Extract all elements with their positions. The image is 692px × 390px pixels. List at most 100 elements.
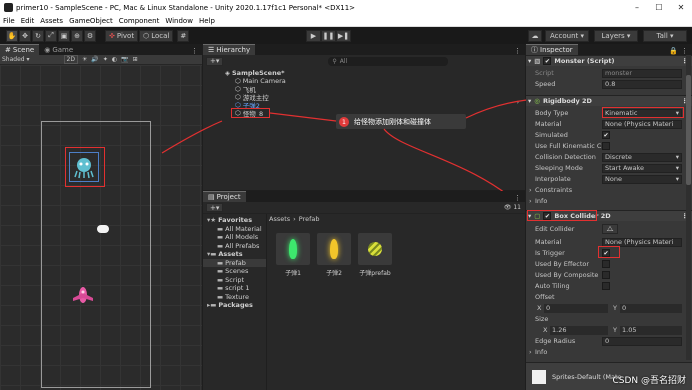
local-toggle[interactable]: ⬡ Local <box>139 29 174 42</box>
gizmos-icon[interactable]: ⊞ <box>133 56 138 63</box>
panel-menu-icon[interactable]: ⋮ <box>681 47 688 55</box>
collapse-arrow-icon[interactable]: ▾ <box>528 97 531 105</box>
collision-dropdown[interactable]: Discrete ▾ <box>602 152 682 162</box>
used-by-composite-checkbox[interactable] <box>602 271 610 279</box>
expand-arrow-icon[interactable]: › <box>517 99 519 106</box>
menu-component[interactable]: Component <box>119 17 160 25</box>
edge-radius-field[interactable]: 0 <box>602 336 682 346</box>
scrollbar-thumb[interactable] <box>686 75 691 185</box>
effects-icon[interactable]: ✦ <box>103 56 108 63</box>
hierarchy-search-input[interactable]: ⚲ All <box>328 56 449 66</box>
scene-camera-icon[interactable]: 📷 <box>121 56 128 63</box>
tab-scene[interactable]: # Scene <box>0 44 40 55</box>
project-folder-label: Prefab <box>225 258 246 267</box>
lighting-icon[interactable]: ☀ <box>82 56 87 63</box>
full-kinematic-checkbox[interactable] <box>602 142 610 150</box>
play-button[interactable]: ▶ <box>306 29 321 42</box>
bc-info-row[interactable]: › Info <box>526 347 684 357</box>
project-folder-item[interactable]: ▾★ Favorites <box>203 216 266 225</box>
used-by-effector-checkbox[interactable] <box>602 260 610 268</box>
tab-game[interactable]: ◉ Game <box>39 44 78 55</box>
audio-icon[interactable]: 🔊 <box>91 56 98 63</box>
hierarchy-item[interactable]: ◈ SampleScene* <box>203 69 525 77</box>
asset-item[interactable]: 子弹prefab <box>358 233 392 277</box>
asset-item[interactable]: 子弹2 <box>317 233 351 277</box>
full-kinematic-label: Use Full Kinematic C <box>535 142 602 150</box>
speed-field[interactable]: 0.8 <box>602 79 682 89</box>
pause-button[interactable]: ❚❚ <box>321 29 336 42</box>
monster-enabled-checkbox[interactable]: ✔ <box>543 57 552 65</box>
project-folder-item[interactable]: ▬ Scenes <box>203 267 266 276</box>
scene-grid[interactable] <box>0 65 202 390</box>
project-folder-label: script 1 <box>225 284 250 293</box>
size-y-field[interactable]: 1.05 <box>620 325 682 335</box>
interpolate-dropdown[interactable]: None ▾ <box>602 174 682 184</box>
edit-collider-button[interactable]: ⧍ <box>602 224 618 234</box>
panel-menu-icon[interactable]: ⋮ <box>514 194 521 202</box>
breadcrumb-prefab[interactable]: Prefab <box>299 215 320 223</box>
panel-menu-icon[interactable]: ⋮ <box>514 47 521 55</box>
size-x-field[interactable]: 1.26 <box>550 325 608 335</box>
cloud-sprite[interactable] <box>97 225 109 233</box>
inspector-scrollbar[interactable] <box>686 55 691 360</box>
project-folder-item[interactable]: ▬ Texture <box>203 293 266 302</box>
rb-material-field[interactable]: None (Physics Materi <box>602 119 682 129</box>
close-button[interactable]: ✕ <box>670 0 692 15</box>
constraints-row[interactable]: › Constraints <box>526 185 684 195</box>
simulated-row: Simulated ✔ <box>526 130 684 140</box>
tab-hierarchy[interactable]: ☰ Hierarchy <box>203 44 256 55</box>
offset-y-field[interactable]: 0 <box>620 303 682 313</box>
tab-project[interactable]: ▤ Project <box>203 191 246 202</box>
layout-dropdown[interactable]: Tall ▾ <box>643 29 687 42</box>
account-dropdown[interactable]: Account ▾ <box>545 29 589 42</box>
breadcrumb-assets[interactable]: Assets <box>269 215 290 223</box>
create-button[interactable]: +▾ <box>206 56 224 66</box>
rect-tool-icon[interactable]: ▣ <box>58 29 70 42</box>
menu-window[interactable]: Window <box>165 17 193 25</box>
rotate-tool-icon[interactable]: ↻ <box>32 29 44 42</box>
plane-sprite[interactable] <box>72 286 94 308</box>
project-folder-item[interactable]: ▬ Script <box>203 276 266 285</box>
rb-info-row[interactable]: › Info <box>526 196 684 206</box>
maximize-button[interactable]: ☐ <box>648 0 670 15</box>
menu-edit[interactable]: Edit <box>21 17 35 25</box>
tab-inspector[interactable]: ⓘ Inspector <box>526 44 578 55</box>
sleeping-dropdown[interactable]: Start Awake ▾ <box>602 163 682 173</box>
menu-file[interactable]: File <box>3 17 15 25</box>
scale-tool-icon[interactable]: ⤢ <box>45 29 57 42</box>
minimize-button[interactable]: – <box>626 0 648 15</box>
hidden-objects-icon[interactable]: ◐ <box>112 56 117 63</box>
panel-menu-icon[interactable]: ⋮ <box>191 47 198 55</box>
cloud-icon[interactable]: ☁ <box>528 29 542 42</box>
transform-tool-icon[interactable]: ⊕ <box>71 29 83 42</box>
snap-icon[interactable]: # <box>177 29 190 42</box>
menu-help[interactable]: Help <box>199 17 215 25</box>
project-folder-item[interactable]: ▬ All Models <box>203 233 266 242</box>
menu-assets[interactable]: Assets <box>40 17 63 25</box>
create-asset-button[interactable]: +▾ <box>206 203 224 212</box>
mode-2d-toggle[interactable]: 2D <box>63 55 78 64</box>
asset-item[interactable]: 子弹1 <box>276 233 310 277</box>
script-field[interactable]: monster <box>602 68 682 78</box>
project-folder-item[interactable]: ▬ script 1 <box>203 284 266 293</box>
project-folder-item[interactable]: ▾▬ Assets <box>203 250 266 259</box>
rigidbody-header[interactable]: ▾ ◎ Rigidbody 2D ⋮ <box>526 95 692 106</box>
pivot-toggle[interactable]: ✜ Pivot <box>105 29 139 42</box>
project-folder-item[interactable]: ▬ All Prefabs <box>203 242 266 251</box>
project-folder-item[interactable]: ▬ All Material <box>203 225 266 234</box>
simulated-checkbox[interactable]: ✔ <box>602 131 610 139</box>
menu-gameobject[interactable]: GameObject <box>69 17 113 25</box>
layers-dropdown[interactable]: Layers ▾ <box>594 29 638 42</box>
move-tool-icon[interactable]: ✥ <box>19 29 31 42</box>
offset-x-field[interactable]: 0 <box>544 303 608 313</box>
custom-tool-icon[interactable]: ⚙ <box>84 29 96 42</box>
lock-icon[interactable]: 🔒 <box>669 47 678 55</box>
auto-tiling-checkbox[interactable] <box>602 282 610 290</box>
hand-tool-icon[interactable]: ✋ <box>6 29 18 42</box>
project-folder-item[interactable]: ▬ Prefab <box>203 258 266 267</box>
step-button[interactable]: ▶❚ <box>336 29 351 42</box>
collapse-arrow-icon[interactable]: ▾ <box>528 57 531 65</box>
shading-dropdown[interactable]: Shaded ▾ <box>2 56 30 63</box>
monster-script-header[interactable]: ▾ ▧ ✔ Monster (Script) ⋮ <box>526 55 692 66</box>
project-folder-item[interactable]: ▸▬ Packages <box>203 301 266 310</box>
